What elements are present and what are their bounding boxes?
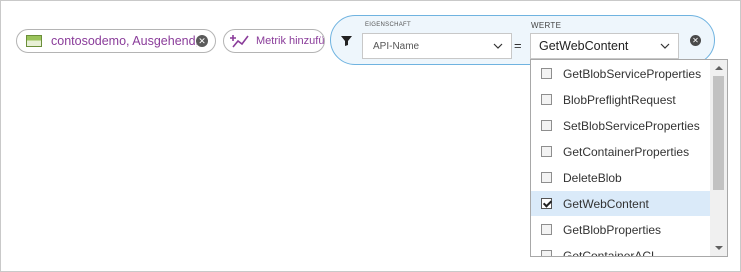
dropdown-option[interactable]: SetBlobServiceProperties xyxy=(531,113,711,138)
add-metric-button[interactable]: Metrik hinzufügen xyxy=(223,29,325,53)
dropdown-option-selected[interactable]: GetWebContent xyxy=(531,191,711,216)
values-select-value: GetWebContent xyxy=(539,39,629,53)
chevron-down-icon xyxy=(660,43,670,49)
option-label: GetBlobServiceProperties xyxy=(563,66,702,81)
add-metric-label: Metrik hinzufügen xyxy=(256,35,325,47)
checkbox[interactable] xyxy=(541,120,552,131)
checkbox[interactable] xyxy=(541,224,552,235)
option-label: SetBlobServiceProperties xyxy=(563,118,700,133)
add-metric-icon xyxy=(230,32,250,50)
checkbox[interactable] xyxy=(541,94,552,105)
remove-filter-icon[interactable]: ✕ xyxy=(690,35,701,46)
dropdown-option[interactable]: GetContainerProperties xyxy=(531,139,711,164)
option-label: GetContainerProperties xyxy=(563,144,690,159)
operator-equals: = xyxy=(514,38,522,53)
values-label: WERTE xyxy=(531,21,562,30)
option-label: GetWebContent xyxy=(563,196,649,211)
metric-pill-label: contosodemo, Ausgehend, Summe xyxy=(51,34,197,48)
checkbox[interactable] xyxy=(541,172,552,183)
property-select[interactable]: API-Name xyxy=(362,33,512,59)
checkbox[interactable] xyxy=(541,250,552,256)
dropdown-option[interactable]: DeleteBlob xyxy=(531,165,711,190)
close-icon[interactable]: ✕ xyxy=(196,35,208,47)
storage-metric-icon xyxy=(26,35,42,47)
scroll-down-icon[interactable] xyxy=(715,246,723,250)
option-label: GetBlobProperties xyxy=(563,222,662,237)
checkbox[interactable] xyxy=(541,146,552,157)
values-select[interactable]: GetWebContent xyxy=(530,33,679,59)
checkbox[interactable] xyxy=(541,68,552,79)
filter-icon[interactable] xyxy=(341,35,352,46)
dropdown-option[interactable]: GetBlobServiceProperties xyxy=(531,61,711,86)
chevron-down-icon xyxy=(493,43,503,49)
metric-pill[interactable]: contosodemo, Ausgehend, Summe ✕ xyxy=(16,29,216,53)
dropdown-scrollbar[interactable] xyxy=(710,60,727,256)
dropdown-option[interactable]: GetBlobProperties xyxy=(531,217,711,242)
property-select-value: API-Name xyxy=(373,40,420,52)
option-label: DeleteBlob xyxy=(563,170,622,185)
dropdown-option[interactable]: BlobPreflightRequest xyxy=(531,87,711,112)
property-label: EIGENSCHAFT xyxy=(365,22,411,28)
scroll-thumb[interactable] xyxy=(713,76,724,190)
checkbox-checked[interactable] xyxy=(541,198,552,209)
option-label: BlobPreflightRequest xyxy=(563,92,676,107)
values-dropdown: GetBlobServiceProperties BlobPreflightRe… xyxy=(530,59,728,257)
dropdown-option[interactable]: GetContainerACL xyxy=(531,243,711,257)
option-label: GetContainerACL xyxy=(563,248,658,257)
scroll-up-icon[interactable] xyxy=(715,66,723,70)
